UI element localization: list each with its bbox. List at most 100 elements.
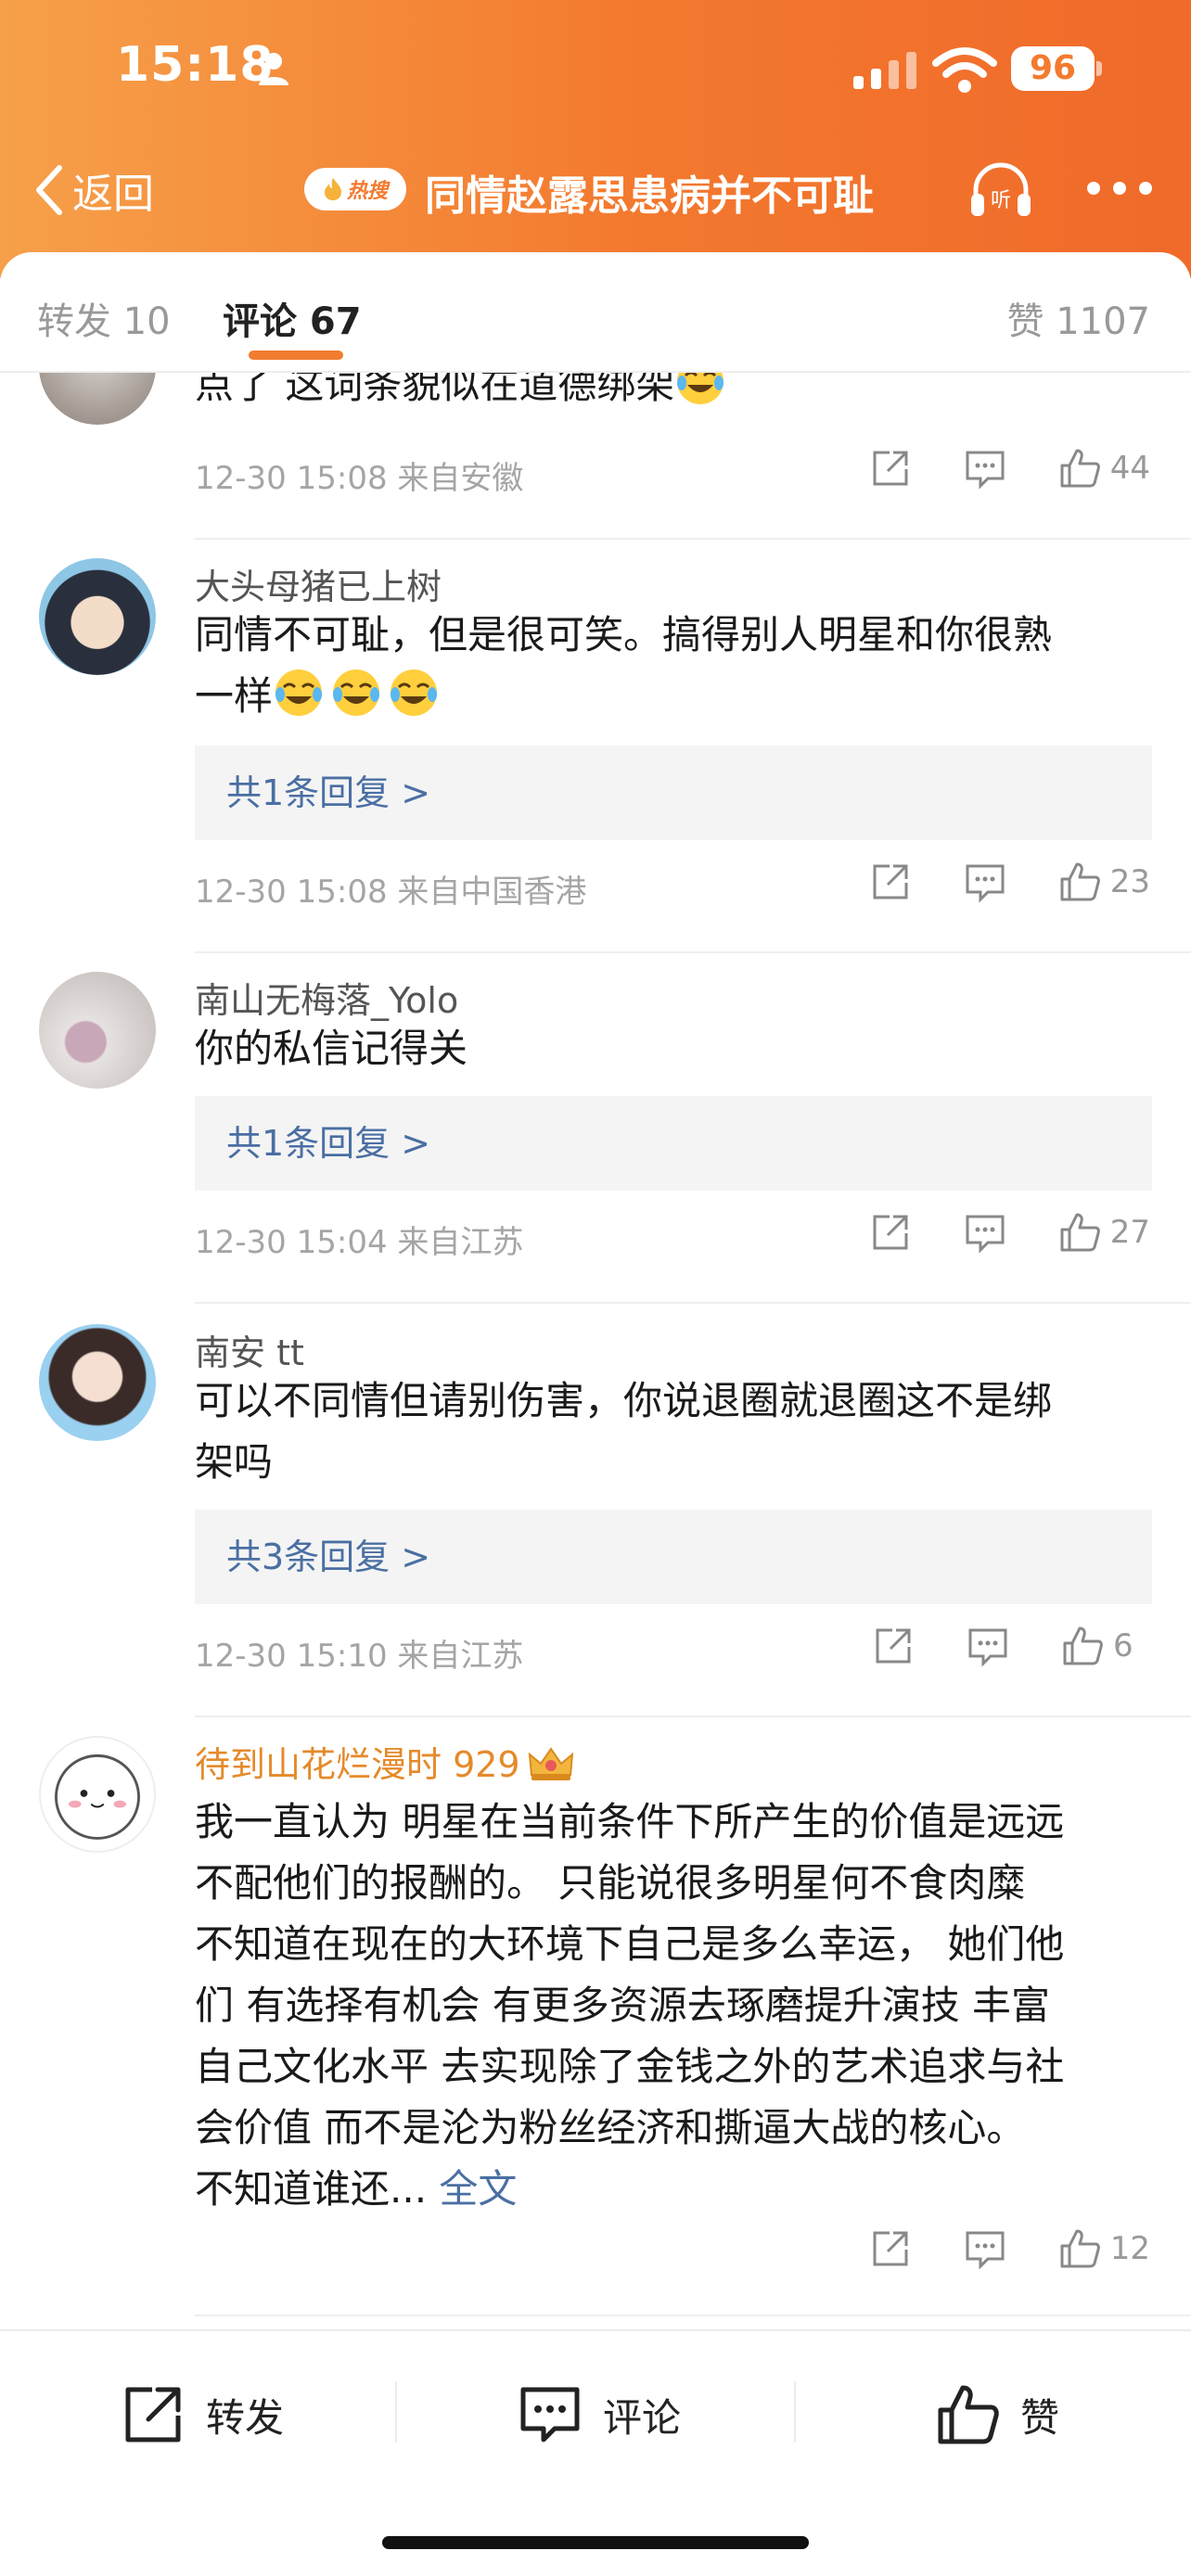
comment-username[interactable]: 南安 tt <box>195 1324 304 1375</box>
headphones-listen-icon[interactable]: 听 <box>967 159 1035 220</box>
cartoon-avatar-icon <box>55 1753 140 1840</box>
comment-icon[interactable] <box>964 447 1006 490</box>
comment-divider <box>195 1302 1191 1304</box>
flame-icon <box>324 178 341 200</box>
like-button[interactable]: 赞 <box>935 2378 1059 2452</box>
laughing-crying-emoji-icon <box>333 670 380 716</box>
reply-summary-link[interactable]: 共3条回复 > <box>195 1510 1152 1604</box>
comment-divider <box>195 2315 1191 2316</box>
back-label: 返回 <box>72 171 154 218</box>
avatar[interactable] <box>39 1324 156 1441</box>
comment-icon[interactable] <box>964 861 1006 903</box>
status-time: 15:18 <box>116 37 275 93</box>
comment-divider <box>195 538 1191 540</box>
comment-username[interactable]: 待到山花烂漫时 929 <box>195 1736 576 1787</box>
more-dot-icon <box>1113 182 1126 195</box>
comment-divider <box>195 1715 1191 1717</box>
comment-text-line: 不知道谁还... <box>195 2166 428 2212</box>
comment-text: 点了 这词条貌似在道德绑架 <box>195 373 1159 415</box>
share-icon[interactable] <box>869 1211 912 1254</box>
tab-bar: 转发 10 评论 67 赞 1107 <box>0 252 1191 373</box>
repost-button[interactable]: 转发 <box>121 2378 284 2452</box>
like-count: 6 <box>1113 1627 1133 1664</box>
navigation-bar: 返回 热搜 同情赵露思患病并不可耻 听 <box>0 153 1191 236</box>
comment-meta: 12-30 15:08 来自安徽 <box>195 460 524 497</box>
comment-actions: 44 <box>869 447 1150 490</box>
battery-tip <box>1096 61 1102 76</box>
laughing-crying-emoji-icon <box>391 670 438 716</box>
comment-icon[interactable] <box>964 1211 1006 1254</box>
comment-username[interactable]: 大头母猪已上树 <box>195 558 442 609</box>
comment-meta: 12-30 15:10 来自江苏 <box>195 1638 524 1675</box>
status-bar: 15:18 96 <box>0 0 1191 139</box>
avatar[interactable] <box>39 972 156 1089</box>
comment-button[interactable]: 评论 <box>518 2378 681 2452</box>
more-dot-icon <box>1087 182 1100 195</box>
comment-text: 我一直认为 明星在当前条件下所产生的价值是远远 不配他们的报酬的。 只能说很多明… <box>195 1792 1159 2220</box>
comment-divider <box>195 951 1191 953</box>
comment-username[interactable]: 南山无梅落_Yolo <box>195 972 458 1023</box>
like-thumb-icon[interactable] <box>1058 1211 1101 1254</box>
more-options-button[interactable] <box>1087 177 1152 199</box>
avatar[interactable] <box>39 558 156 675</box>
comment-icon[interactable] <box>964 2227 1006 2270</box>
laughing-crying-emoji-icon <box>677 373 724 404</box>
comment-icon[interactable] <box>967 1625 1009 1667</box>
content-sheet: 转发 10 评论 67 赞 1107 点了 这词条貌似在道德绑架 12-30 1… <box>0 252 1191 2576</box>
comment-text-line-with-emoji: 一样 <box>195 666 1159 727</box>
battery-indicator: 96 <box>1011 46 1104 91</box>
like-thumb-icon[interactable] <box>1058 447 1101 490</box>
comment-text-line: 们 有选择有机会 有更多资源去琢磨提升演技 丰富 <box>195 1983 1051 2028</box>
tab-comment[interactable]: 评论 67 <box>223 291 362 345</box>
comment-list[interactable]: 点了 这词条貌似在道德绑架 12-30 15:08 来自安徽 44 大头母猪已上… <box>0 373 1191 2335</box>
like-count: 23 <box>1109 863 1150 900</box>
comment-meta: 12-30 15:04 来自江苏 <box>195 1224 524 1261</box>
avatar[interactable] <box>39 373 156 425</box>
reply-summary-link[interactable]: 共1条回复 > <box>195 1096 1152 1191</box>
like-thumb-icon[interactable] <box>1061 1625 1104 1667</box>
comment-meta: 12-30 15:08 来自中国香港 <box>195 874 587 911</box>
comment-label: 评论 <box>603 2394 682 2441</box>
avatar[interactable] <box>39 1736 156 1853</box>
battery-level: 96 <box>1011 46 1095 91</box>
comment-text: 可以不同情但请别伤害，你说退圈就退圈这不是绑 架吗 <box>195 1371 1159 1493</box>
comment-text-content: 点了 这词条貌似在道德绑架 <box>195 373 675 407</box>
page-title: 同情赵露思患病并不可耻 <box>425 172 874 220</box>
like-thumb-icon[interactable] <box>1058 2227 1101 2270</box>
laughing-crying-emoji-icon <box>275 670 323 716</box>
tab-likes[interactable]: 赞 1107 <box>1006 291 1150 345</box>
share-icon[interactable] <box>869 447 912 490</box>
comment-text-line: 自己文化水平 去实现除了金钱之外的艺术追求与社 <box>195 2044 1065 2089</box>
bottom-bar-separator <box>395 2381 397 2442</box>
comment-text-line: 不知道在现在的大环境下自己是多么幸运， 她们他 <box>195 1921 1065 1967</box>
back-button[interactable]: 返回 <box>32 160 154 220</box>
bottom-bar-separator <box>794 2381 796 2442</box>
hot-search-badge: 热搜 <box>304 168 406 210</box>
hot-search-label: 热搜 <box>346 180 388 203</box>
person-icon <box>259 53 288 85</box>
crown-badge-icon <box>528 1747 573 1780</box>
comment-actions: 27 <box>869 1211 1150 1254</box>
comment-actions: 12 <box>869 2227 1150 2270</box>
comment-text-line: 会价值 而不是沦为粉丝经济和撕逼大战的核心。 <box>195 2105 1026 2150</box>
comment-text: 你的私信记得关 <box>195 1026 468 1071</box>
like-thumb-icon[interactable] <box>1058 861 1101 903</box>
comment-text-line-with-link: 不知道谁还... 全文 <box>195 2159 1159 2220</box>
svg-text:听: 听 <box>991 189 1011 212</box>
wifi-icon <box>932 47 997 93</box>
active-tab-indicator <box>249 351 343 360</box>
share-icon[interactable] <box>869 2227 912 2270</box>
comment-text-line: 同情不可耻，但是很可笑。搞得别人明星和你很熟 <box>195 612 1053 657</box>
comment-actions: 6 <box>872 1625 1150 1667</box>
comment-text-line: 可以不同情但请别伤害，你说退圈就退圈这不是绑 <box>195 1378 1053 1423</box>
like-count: 12 <box>1109 2230 1150 2267</box>
like-label: 赞 <box>1020 2394 1060 2441</box>
share-icon[interactable] <box>872 1625 915 1667</box>
home-indicator[interactable] <box>382 2536 809 2549</box>
share-icon[interactable] <box>869 861 912 903</box>
like-count: 44 <box>1109 450 1150 487</box>
tab-repost[interactable]: 转发 10 <box>37 291 171 345</box>
comment-text-line: 我一直认为 明星在当前条件下所产生的价值是远远 <box>195 1799 1065 1844</box>
reply-summary-link[interactable]: 共1条回复 > <box>195 746 1152 840</box>
full-text-link[interactable]: 全文 <box>439 2166 517 2212</box>
